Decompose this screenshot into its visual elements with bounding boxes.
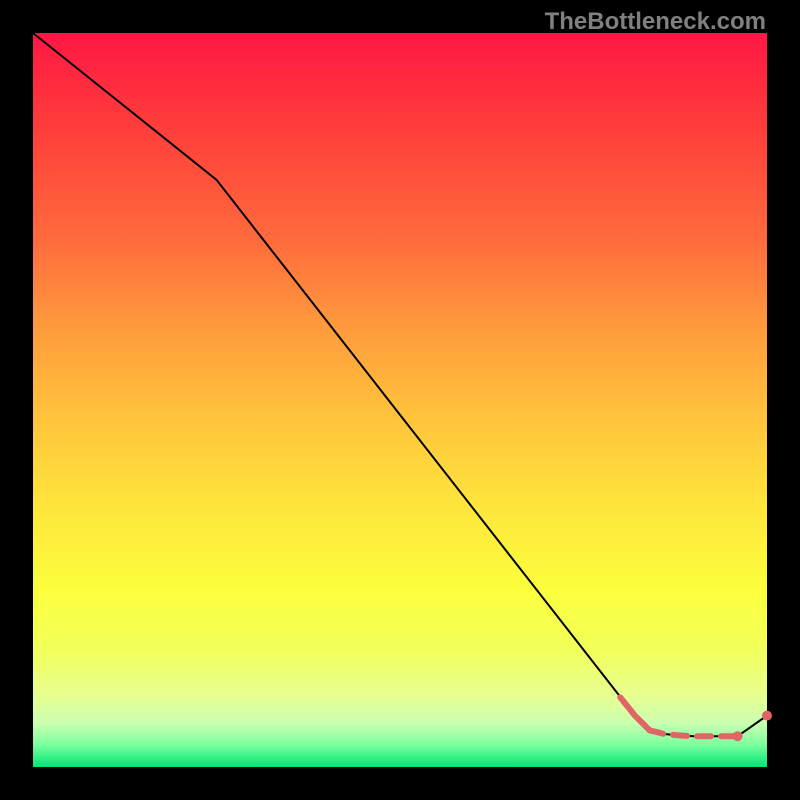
main-curve <box>33 33 767 736</box>
chart-svg <box>33 33 767 767</box>
chart-container: TheBottleneck.com <box>0 0 800 800</box>
highlight-segment <box>620 697 737 736</box>
data-point <box>733 731 743 741</box>
data-point <box>762 711 772 721</box>
watermark-text: TheBottleneck.com <box>545 8 766 36</box>
